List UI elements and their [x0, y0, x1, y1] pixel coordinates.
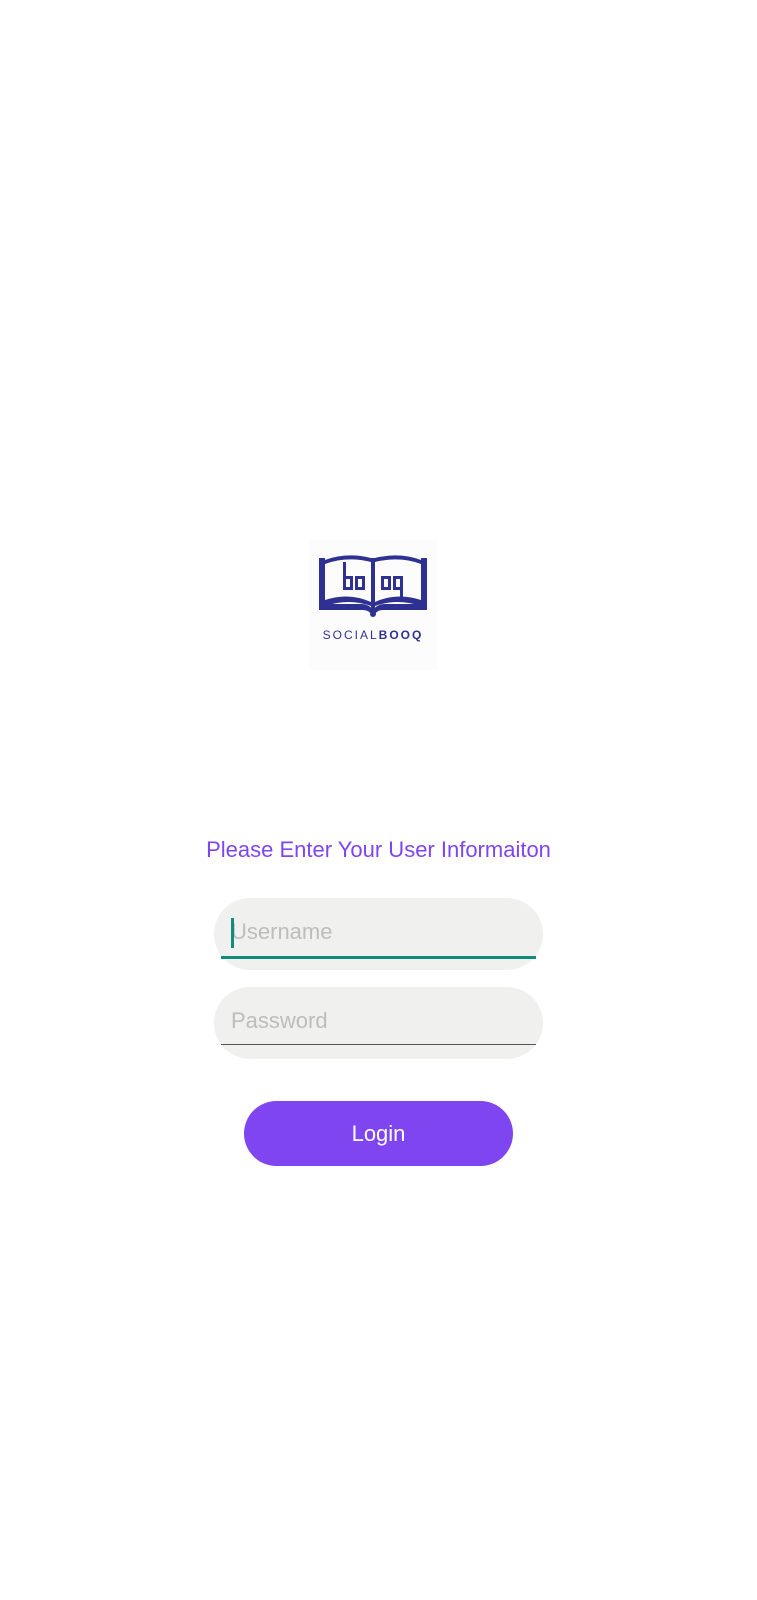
- password-underline: [221, 1044, 536, 1045]
- text-cursor: [231, 918, 234, 948]
- open-book-icon: [319, 555, 427, 617]
- login-screen: SOCIALBOOQ Please Enter Your User Inform…: [0, 0, 757, 1600]
- login-prompt: Please Enter Your User Informaiton: [206, 837, 551, 862]
- logo-wordmark: SOCIALBOOQ: [309, 628, 437, 642]
- socialbooq-logo: SOCIALBOOQ: [309, 540, 437, 670]
- logo-wordmark-social: SOCIAL: [322, 628, 379, 642]
- username-field[interactable]: [214, 898, 543, 970]
- username-input[interactable]: [231, 912, 531, 952]
- login-button[interactable]: Login: [244, 1101, 513, 1166]
- logo-wordmark-booq: BOOQ: [378, 628, 424, 642]
- password-input[interactable]: [231, 1001, 531, 1041]
- username-underline: [221, 956, 536, 959]
- password-field[interactable]: [214, 987, 543, 1059]
